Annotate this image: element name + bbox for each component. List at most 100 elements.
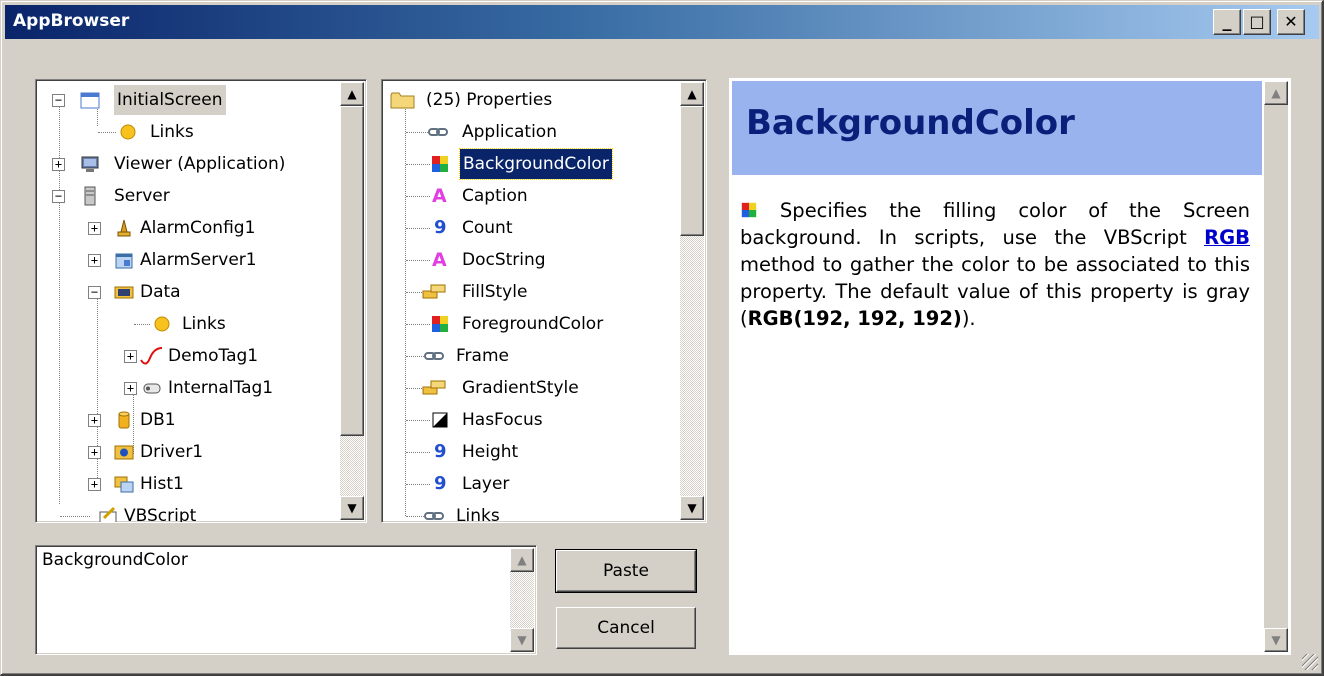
alarm-bell-icon — [117, 219, 131, 237]
help-description: Specifies the filling color of the Scree… — [740, 197, 1250, 332]
tree-item-label: Links — [150, 122, 194, 142]
color-icon — [432, 156, 448, 172]
close-icon: ✕ — [1284, 12, 1298, 31]
expand-icon[interactable]: + — [88, 254, 101, 267]
number-icon: 9 — [434, 217, 447, 238]
driver-icon — [114, 445, 134, 460]
property-label: Application — [462, 122, 557, 142]
help-default-value: RGB(192, 192, 192) — [747, 307, 962, 330]
scroll-down-button[interactable]: ▼ — [510, 628, 534, 652]
rgb-link[interactable]: RGB — [1204, 226, 1250, 249]
text-a-icon: A — [432, 185, 447, 207]
tree-item-label: InternalTag1 — [168, 378, 274, 398]
help-header: BackgroundColor — [732, 81, 1262, 175]
expression-textbox[interactable]: BackgroundColor ▲ ▼ — [35, 545, 537, 655]
property-label: Links — [456, 506, 500, 523]
tag-icon — [143, 383, 161, 394]
help-text-part: Specifies the filling color of the Scree… — [740, 199, 1250, 249]
maximize-icon: □ — [1249, 12, 1265, 31]
cancel-button[interactable]: Cancel — [556, 607, 696, 649]
wave-icon — [140, 347, 163, 365]
paste-button[interactable]: Paste — [555, 549, 697, 593]
scroll-up-button[interactable]: ▲ — [1264, 81, 1288, 105]
boolean-icon — [432, 412, 448, 428]
tree-item-label: Links — [182, 314, 226, 334]
screen-icon — [80, 92, 100, 109]
property-label: Height — [462, 442, 519, 462]
help-scrollbar[interactable]: ▲ ▼ — [1264, 81, 1288, 652]
property-label: GradientStyle — [462, 378, 579, 398]
expression-scrollbar[interactable]: ▲ ▼ — [510, 548, 534, 652]
scroll-up-button[interactable]: ▲ — [510, 548, 534, 572]
scroll-up-button[interactable]: ▲ — [680, 82, 704, 106]
expand-icon[interactable]: + — [88, 478, 101, 491]
property-label: HasFocus — [462, 410, 543, 430]
tree-item-label: VBScript — [124, 506, 197, 523]
viewer-icon — [81, 156, 99, 172]
property-label: ForegroundColor — [462, 314, 604, 334]
expand-icon[interactable]: + — [88, 222, 101, 235]
expression-text[interactable]: BackgroundColor — [42, 550, 188, 570]
scroll-down-button[interactable]: ▼ — [680, 496, 704, 520]
object-link-icon — [428, 128, 448, 136]
collapse-icon[interactable]: − — [88, 286, 101, 299]
close-button[interactable]: ✕ — [1277, 9, 1305, 35]
alarm-server-icon — [115, 253, 133, 269]
link-dot-icon — [120, 124, 136, 140]
color-icon — [432, 316, 448, 332]
number-icon: 9 — [434, 441, 447, 462]
collapse-icon[interactable]: − — [52, 94, 65, 107]
property-label: Frame — [456, 346, 509, 366]
minimize-button[interactable]: _ — [1213, 9, 1241, 35]
enum-icon — [422, 284, 446, 299]
object-link-icon — [424, 512, 444, 520]
tree-item-label: AlarmServer1 — [140, 250, 257, 270]
link-dot-icon — [154, 316, 170, 332]
window-title: AppBrowser — [13, 11, 130, 31]
expand-icon[interactable]: + — [124, 350, 137, 363]
tree-item-label: Viewer (Application) — [114, 154, 286, 174]
help-panel: BackgroundColor Specifies the filling co… — [729, 78, 1291, 655]
property-label: FillStyle — [462, 282, 528, 302]
object-link-icon — [424, 352, 444, 360]
maximize-button[interactable]: □ — [1243, 9, 1271, 35]
help-text-part: ). — [961, 307, 976, 330]
properties-list[interactable]: (25) Properties Application BackgroundCo… — [381, 79, 707, 523]
tree-item-label: Data — [140, 282, 181, 302]
tree-scrollbar[interactable]: ▲ ▼ — [340, 82, 364, 520]
enum-icon — [422, 380, 446, 395]
database-icon — [118, 411, 130, 429]
help-title: BackgroundColor — [746, 103, 1075, 143]
tree-item-label: InitialScreen — [114, 85, 226, 115]
tree-item-label: AlarmConfig1 — [140, 218, 256, 238]
property-label: BackgroundColor — [459, 148, 613, 180]
number-icon: 9 — [434, 473, 447, 494]
minimize-icon: _ — [1222, 11, 1232, 32]
expand-icon[interactable]: + — [88, 446, 101, 459]
text-a-icon: A — [432, 249, 447, 271]
scroll-thumb[interactable] — [340, 106, 364, 436]
expand-icon[interactable]: + — [88, 414, 101, 427]
scroll-down-button[interactable]: ▼ — [340, 496, 364, 520]
scroll-down-button[interactable]: ▼ — [1264, 628, 1288, 652]
tree-item-label: DB1 — [140, 410, 176, 430]
scroll-thumb[interactable] — [680, 106, 704, 236]
scroll-up-button[interactable]: ▲ — [340, 82, 364, 106]
color-icon — [741, 202, 757, 218]
properties-scrollbar[interactable]: ▲ ▼ — [680, 82, 704, 520]
server-icon — [84, 186, 96, 206]
object-tree[interactable]: − InitialScreen Links + Viewer (Applicat… — [35, 79, 367, 523]
property-label: Count — [462, 218, 513, 238]
expand-icon[interactable]: + — [124, 382, 137, 395]
history-icon — [114, 476, 134, 493]
tree-item-label: DemoTag1 — [168, 346, 259, 366]
app-browser-window: AppBrowser _ □ ✕ − InitialScreen Links +… — [0, 0, 1324, 676]
resize-grip[interactable] — [1302, 654, 1318, 670]
script-icon — [99, 506, 117, 522]
title-bar[interactable]: AppBrowser _ □ ✕ — [5, 5, 1319, 39]
tree-item-label: Driver1 — [140, 442, 204, 462]
folder-icon — [390, 92, 415, 109]
expand-icon[interactable]: + — [52, 158, 65, 171]
collapse-icon[interactable]: − — [52, 190, 65, 203]
properties-count-label: (25) Properties — [426, 90, 553, 110]
